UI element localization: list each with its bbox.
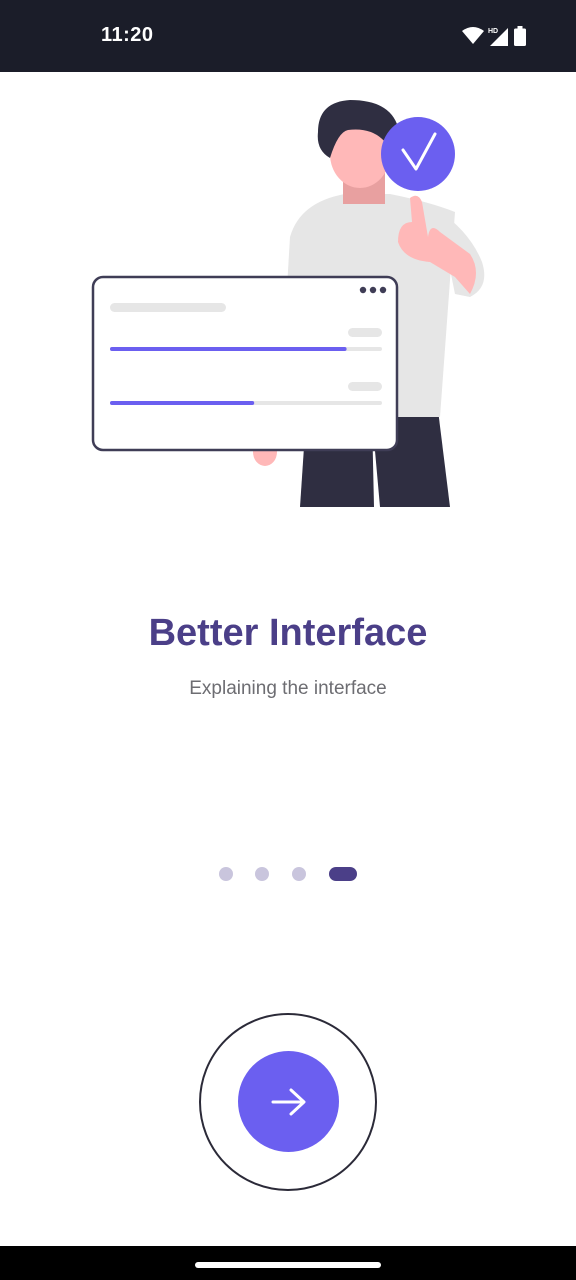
next-button[interactable] (238, 1051, 339, 1152)
onboarding-illustration (91, 100, 485, 507)
wifi-icon (462, 27, 484, 44)
arrow-right-icon (271, 1088, 305, 1115)
page-subtitle: Explaining the interface (189, 678, 387, 699)
checklist-card (91, 275, 399, 452)
status-bar: 11:20 HD (0, 0, 576, 72)
page-dot-3[interactable] (292, 867, 306, 881)
page-title: Better Interface (148, 612, 428, 654)
page-indicator (0, 867, 576, 883)
system-navigation-bar (0, 1246, 576, 1280)
check-badge-icon (381, 117, 455, 191)
status-time: 11:20 (101, 24, 154, 46)
page-dot-2[interactable] (255, 867, 269, 881)
home-gesture-handle[interactable] (195, 1262, 381, 1268)
battery-icon (514, 26, 526, 46)
cellular-hd-icon: HD (488, 28, 508, 46)
hd-label: HD (488, 28, 498, 35)
page-dot-1[interactable] (219, 867, 233, 881)
status-icons: HD (462, 25, 526, 47)
page-dot-4-active[interactable] (329, 867, 357, 881)
